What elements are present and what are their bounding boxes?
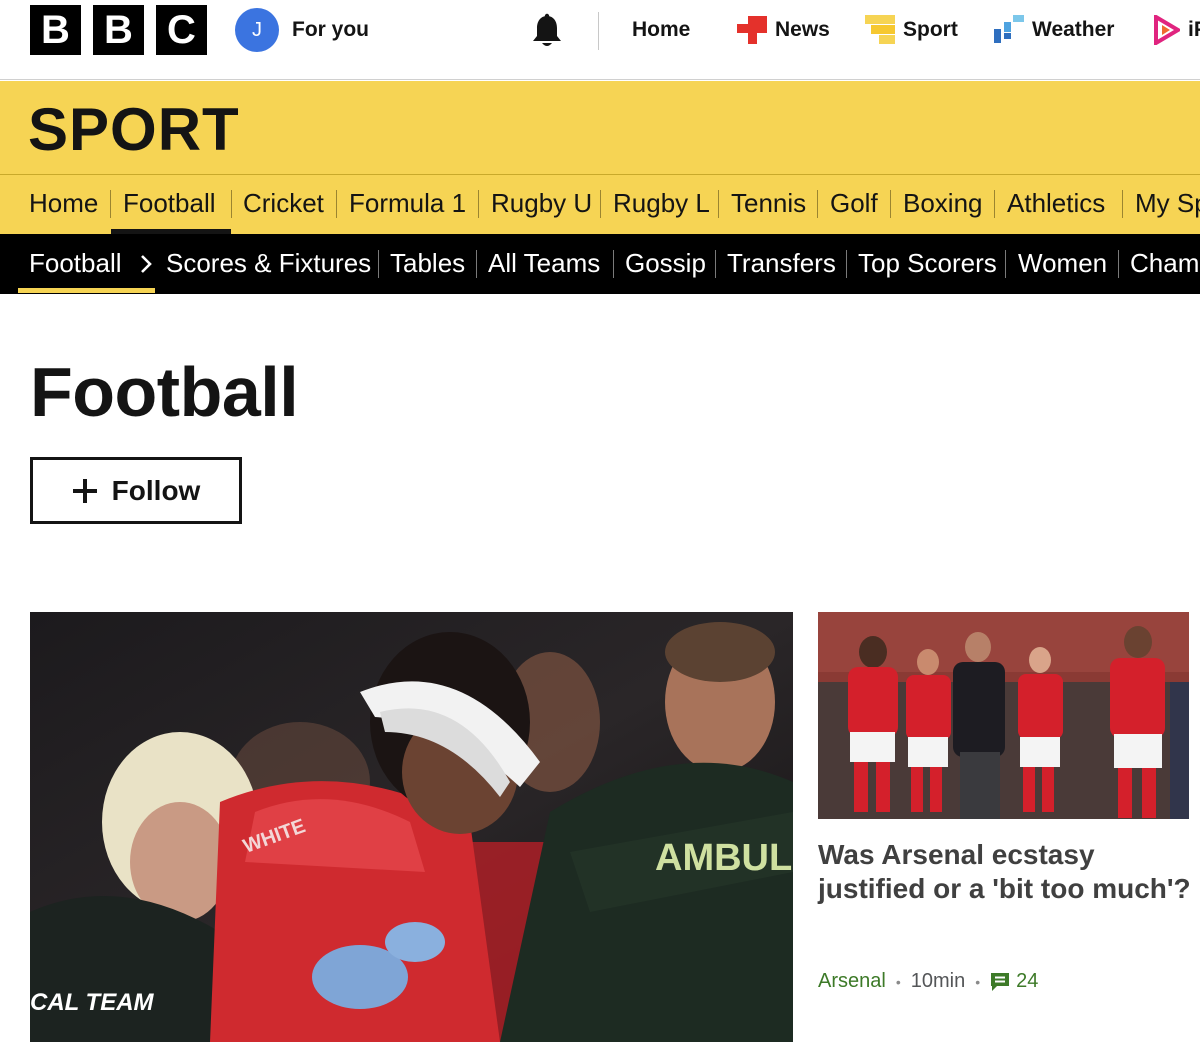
global-nav-news[interactable]: News <box>737 0 830 60</box>
weather-icon <box>994 15 1024 43</box>
nav-separator <box>817 190 818 218</box>
nav-separator <box>1122 190 1123 218</box>
bbc-logo-letter: B <box>30 5 81 55</box>
football-nav-item-champions-league[interactable]: Champions League <box>1130 248 1200 278</box>
vest-text: AMBULA <box>655 837 793 879</box>
second-story-headline[interactable]: Was Arsenal ecstasy justified or a 'bit … <box>818 838 1193 906</box>
football-nav-item-gossip[interactable]: Gossip <box>625 248 706 278</box>
news-icon <box>737 16 767 44</box>
avatar: J <box>235 8 279 52</box>
sport-nav-item-formula1[interactable]: Formula 1 <box>349 188 466 218</box>
second-story-meta: Arsenal • 10min • 24 <box>818 970 1038 993</box>
injured-player-photo: AMBULA CAL TEAM WHITE <box>30 612 793 1042</box>
account-label: For you <box>292 18 369 41</box>
iplayer-icon <box>1154 15 1180 45</box>
nav-separator <box>110 190 111 218</box>
global-nav-home[interactable]: Home <box>632 0 690 60</box>
football-nav-item-transfers[interactable]: Transfers <box>727 248 836 278</box>
story-topic-link[interactable]: Arsenal <box>818 970 886 993</box>
sport-nav-item-my-sport[interactable]: My Sport <box>1135 188 1200 218</box>
football-nav-active-indicator <box>18 288 155 293</box>
nav-separator <box>890 190 891 218</box>
sport-nav-item-athletics[interactable]: Athletics <box>1007 188 1105 218</box>
nav-separator <box>600 190 601 218</box>
header-divider <box>598 12 599 50</box>
jacket-text: CAL TEAM <box>30 989 155 1016</box>
football-nav-item-football[interactable]: Football <box>29 248 122 278</box>
global-nav-label: iPlayer <box>1188 18 1200 41</box>
global-nav-iplayer[interactable]: iPlayer <box>1154 0 1200 60</box>
nav-separator <box>476 250 477 278</box>
global-nav-label: Sport <box>903 18 958 41</box>
football-nav-item-all-teams[interactable]: All Teams <box>488 248 600 278</box>
sport-nav-item-rugby-league[interactable]: Rugby L <box>613 188 710 218</box>
sport-nav: Home Football Cricket Formula 1 Rugby U … <box>0 175 1200 234</box>
football-nav-item-women[interactable]: Women <box>1018 248 1107 278</box>
account-button[interactable]: J For you <box>235 8 369 52</box>
nav-separator <box>478 190 479 218</box>
football-nav-item-tables[interactable]: Tables <box>390 248 465 278</box>
nav-separator <box>231 190 232 218</box>
football-nav: Football Scores & Fixtures Tables All Te… <box>0 234 1200 294</box>
sport-nav-item-boxing[interactable]: Boxing <box>903 188 983 218</box>
bbc-logo[interactable]: B B C <box>30 5 207 55</box>
second-story-image[interactable] <box>818 612 1189 819</box>
comment-count: 24 <box>1016 970 1039 992</box>
global-header: B B C J For you Home News Sport Weather … <box>0 0 1200 80</box>
page-title: Football <box>30 353 299 431</box>
global-nav-weather[interactable]: Weather <box>994 0 1114 60</box>
notifications-bell-icon[interactable] <box>530 13 564 49</box>
nav-separator <box>715 250 716 278</box>
chevron-right-icon <box>141 255 152 273</box>
plus-icon <box>72 478 97 503</box>
nav-separator <box>336 190 337 218</box>
bbc-logo-letter: C <box>156 5 207 55</box>
sport-nav-item-cricket[interactable]: Cricket <box>243 188 324 218</box>
nav-separator <box>1005 250 1006 278</box>
global-nav-label: Home <box>632 18 691 41</box>
arsenal-celebration-photo <box>818 612 1189 819</box>
sport-nav-item-football[interactable]: Football <box>123 188 216 218</box>
meta-separator: • <box>895 973 901 990</box>
sport-nav-item-golf[interactable]: Golf <box>830 188 878 218</box>
football-nav-item-top-scorers[interactable]: Top Scorers <box>858 248 997 278</box>
bbc-logo-letter: B <box>93 5 144 55</box>
meta-separator: • <box>975 973 981 990</box>
follow-button[interactable]: Follow <box>30 457 242 524</box>
sport-icon <box>865 15 895 44</box>
football-nav-item-scores-fixtures[interactable]: Scores & Fixtures <box>166 248 371 278</box>
sport-nav-item-tennis[interactable]: Tennis <box>731 188 806 218</box>
story-timestamp: 10min <box>910 970 966 992</box>
nav-separator <box>994 190 995 218</box>
nav-separator <box>613 250 614 278</box>
section-title[interactable]: SPORT <box>28 95 240 164</box>
follow-label: Follow <box>111 474 201 506</box>
global-nav-sport[interactable]: Sport <box>865 0 958 60</box>
global-nav-label: News <box>775 18 830 41</box>
nav-separator <box>718 190 719 218</box>
lead-story-image[interactable]: AMBULA CAL TEAM WHITE <box>30 612 793 1042</box>
comments-link[interactable]: 24 <box>990 970 1038 993</box>
sport-banner: SPORT <box>0 81 1200 175</box>
sport-nav-item-home[interactable]: Home <box>29 188 98 218</box>
comment-icon <box>991 972 1010 991</box>
nav-separator <box>846 250 847 278</box>
nav-separator <box>1118 250 1119 278</box>
global-nav-label: Weather <box>1032 18 1115 41</box>
sport-nav-item-rugby-union[interactable]: Rugby U <box>491 188 592 218</box>
nav-separator <box>378 250 379 278</box>
